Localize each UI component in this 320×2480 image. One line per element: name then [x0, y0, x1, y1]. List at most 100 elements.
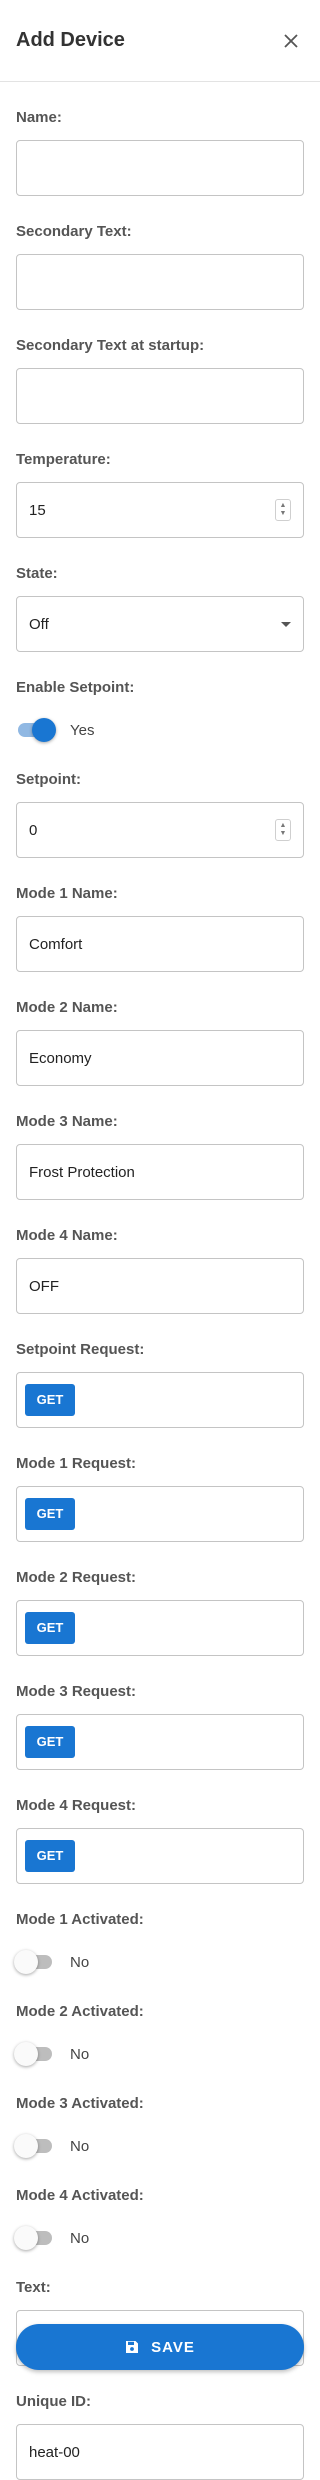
state-field: State: Off: [16, 538, 304, 652]
mode4-name-field: Mode 4 Name: OFF: [16, 1200, 304, 1314]
mode3-activated-switch[interactable]: [14, 2134, 56, 2158]
stepper-up-icon[interactable]: ▲: [280, 502, 287, 510]
setpoint-request-field: Setpoint Request: GET: [16, 1314, 304, 1428]
mode2-activated-field: Mode 2 Activated: No: [14, 1976, 304, 2074]
mode1-name-label: Mode 1 Name:: [16, 885, 118, 902]
mode4-name-value: OFF: [29, 1277, 59, 1295]
save-button[interactable]: SAVE: [16, 2324, 304, 2370]
caret-down-icon: [281, 621, 291, 627]
mode3-request-label: Mode 3 Request:: [16, 1683, 137, 1700]
mode3-activated-label: Mode 3 Activated:: [16, 2095, 144, 2112]
name-input-box[interactable]: [16, 140, 304, 196]
setpoint-request-box[interactable]: GET: [16, 1372, 304, 1428]
name-field: Name:: [16, 82, 304, 196]
switch-thumb: [32, 718, 56, 742]
secondary-text-label: Secondary Text:: [16, 223, 132, 240]
mode1-activated-field: Mode 1 Activated: No: [14, 1884, 304, 1982]
save-area: SAVE: [16, 2324, 304, 2370]
mode3-request-box[interactable]: GET: [16, 1714, 304, 1770]
mode1-request-label: Mode 1 Request:: [16, 1455, 137, 1472]
stepper-up-icon[interactable]: ▲: [280, 822, 287, 830]
mode2-activated-value: No: [70, 2045, 90, 2063]
mode4-request-box[interactable]: GET: [16, 1828, 304, 1884]
temperature-stepper[interactable]: ▲ ▼: [275, 499, 291, 521]
stepper-down-icon[interactable]: ▼: [280, 510, 287, 518]
mode1-name-input[interactable]: Comfort: [16, 916, 304, 972]
secondary-text-startup-label: Secondary Text at startup:: [16, 337, 205, 354]
setpoint-request-method-button[interactable]: GET: [25, 1384, 75, 1416]
unique-id-label: Unique ID:: [16, 2393, 91, 2410]
mode2-name-label: Mode 2 Name:: [16, 999, 118, 1016]
switch-thumb: [14, 1950, 38, 1974]
unique-id-field: Unique ID: heat-00: [16, 2366, 304, 2480]
mode3-request-method-button[interactable]: GET: [25, 1726, 75, 1758]
mode2-name-field: Mode 2 Name: Economy: [16, 972, 304, 1086]
mode1-activated-value: No: [70, 1953, 90, 1971]
mode4-name-input[interactable]: OFF: [16, 1258, 304, 1314]
temperature-value: 15: [29, 501, 46, 519]
mode3-activated-field: Mode 3 Activated: No: [14, 2068, 304, 2166]
secondary-text-startup-field: Secondary Text at startup:: [16, 310, 304, 424]
close-icon: [284, 33, 298, 48]
mode2-name-value: Economy: [29, 1049, 92, 1067]
close-button[interactable]: [278, 28, 304, 54]
temperature-input-box[interactable]: 15 ▲ ▼: [16, 482, 304, 538]
mode2-activated-label: Mode 2 Activated:: [16, 2003, 144, 2020]
mode1-name-value: Comfort: [29, 935, 83, 953]
switch-thumb: [14, 2042, 38, 2066]
mode2-request-method-button[interactable]: GET: [25, 1612, 75, 1644]
mode4-activated-value: No: [70, 2229, 90, 2247]
mode2-name-input[interactable]: Economy: [16, 1030, 304, 1086]
mode4-request-label: Mode 4 Request:: [16, 1797, 137, 1814]
mode1-request-box[interactable]: GET: [16, 1486, 304, 1542]
mode1-name-field: Mode 1 Name: Comfort: [16, 858, 304, 972]
mode4-name-label: Mode 4 Name:: [16, 1227, 118, 1244]
mode4-activated-label: Mode 4 Activated:: [16, 2187, 144, 2204]
setpoint-field: Setpoint: 0 ▲ ▼: [16, 744, 304, 858]
enable-setpoint-label: Enable Setpoint:: [16, 679, 135, 696]
mode1-request-field: Mode 1 Request: GET: [16, 1428, 304, 1542]
dialog-header: Add Device: [0, 0, 320, 82]
name-input[interactable]: [29, 159, 291, 177]
state-label: State:: [16, 565, 58, 582]
save-label: SAVE: [151, 2338, 195, 2356]
name-label: Name:: [16, 109, 62, 126]
setpoint-stepper[interactable]: ▲ ▼: [275, 819, 291, 841]
mode3-request-field: Mode 3 Request: GET: [16, 1656, 304, 1770]
enable-setpoint-switch[interactable]: [16, 718, 56, 742]
unique-id-value: heat-00: [29, 2443, 80, 2461]
setpoint-label: Setpoint:: [16, 771, 81, 788]
dialog-title: Add Device: [16, 29, 125, 51]
mode2-request-field: Mode 2 Request: GET: [16, 1542, 304, 1656]
mode4-activated-switch[interactable]: [14, 2226, 56, 2250]
secondary-text-input-box[interactable]: [16, 254, 304, 310]
secondary-text-startup-input-box[interactable]: [16, 368, 304, 424]
mode4-activated-field: Mode 4 Activated: No: [14, 2160, 304, 2258]
mode3-name-field: Mode 3 Name: Frost Protection: [16, 1086, 304, 1200]
mode4-request-method-button[interactable]: GET: [25, 1840, 75, 1872]
mode1-request-method-button[interactable]: GET: [25, 1498, 75, 1530]
enable-setpoint-field: Enable Setpoint: Yes: [16, 652, 304, 750]
mode3-activated-value: No: [70, 2137, 90, 2155]
switch-thumb: [14, 2226, 38, 2250]
setpoint-value: 0: [29, 821, 38, 839]
mode3-name-input[interactable]: Frost Protection: [16, 1144, 304, 1200]
secondary-text-input[interactable]: [29, 273, 291, 291]
mode4-request-field: Mode 4 Request: GET: [16, 1770, 304, 1884]
temperature-field: Temperature: 15 ▲ ▼: [16, 424, 304, 538]
stepper-down-icon[interactable]: ▼: [280, 830, 287, 838]
enable-setpoint-value: Yes: [70, 721, 95, 739]
mode3-name-label: Mode 3 Name:: [16, 1113, 118, 1130]
unique-id-input[interactable]: heat-00: [16, 2424, 304, 2480]
switch-thumb: [14, 2134, 38, 2158]
state-select[interactable]: Off: [16, 596, 304, 652]
state-selected-value: Off: [29, 615, 49, 633]
text-label: Text:: [16, 2279, 51, 2296]
mode2-request-label: Mode 2 Request:: [16, 1569, 137, 1586]
secondary-text-startup-input[interactable]: [29, 387, 291, 405]
mode1-activated-switch[interactable]: [14, 1950, 56, 1974]
mode2-activated-switch[interactable]: [14, 2042, 56, 2066]
mode2-request-box[interactable]: GET: [16, 1600, 304, 1656]
temperature-label: Temperature:: [16, 451, 111, 468]
setpoint-input-box[interactable]: 0 ▲ ▼: [16, 802, 304, 858]
